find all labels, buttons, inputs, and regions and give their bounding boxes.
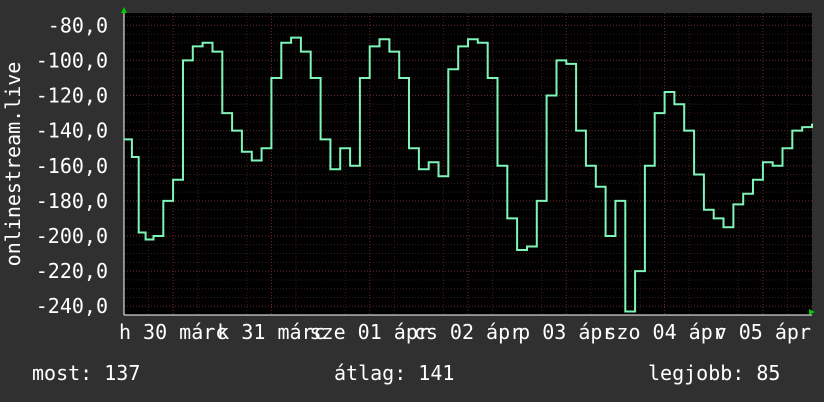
stat-current: most: 137 [32,361,141,385]
y-axis-arrow [121,7,127,13]
x-tick-label: cs 02 ápr [414,320,522,344]
x-axis-ticks: h 30 márck 31 márcsze 01 áprcs 02 áprp 0… [119,320,811,344]
y-axis-label: onlinestream.live [1,62,25,267]
x-tick-label: h 30 márc [119,320,227,344]
y-tick-label: -240,0 [36,294,108,318]
line-chart: -80,0 -100,0 -120,0 -140,0 -160,0 -180,0 -200,… [1,7,815,344]
x-tick-label: szo 04 ápr [604,320,724,344]
y-tick-label: -120,0 [36,84,108,108]
stat-average: átlag: 141 [334,361,455,385]
x-tick-label: p 03 ápr [518,320,614,344]
y-tick-label: -180,0 [36,189,108,213]
y-axis-ticks: -80,0 -100,0 -120,0 -140,0 -160,0 -180,0 -200,… [36,13,108,318]
y-tick-label: -200,0 [36,224,108,248]
y-tick-label: -220,0 [36,259,108,283]
y-tick-label: -140,0 [36,119,108,143]
y-tick-label: -100,0 [36,48,108,72]
stat-best: legjobb: 85 [648,361,781,385]
y-tick-label: -160,0 [36,154,108,178]
y-tick-label: -80,0 [48,13,108,37]
x-tick-label: sze 01 ápr [310,320,430,344]
x-tick-label: v 05 ápr [715,320,811,344]
